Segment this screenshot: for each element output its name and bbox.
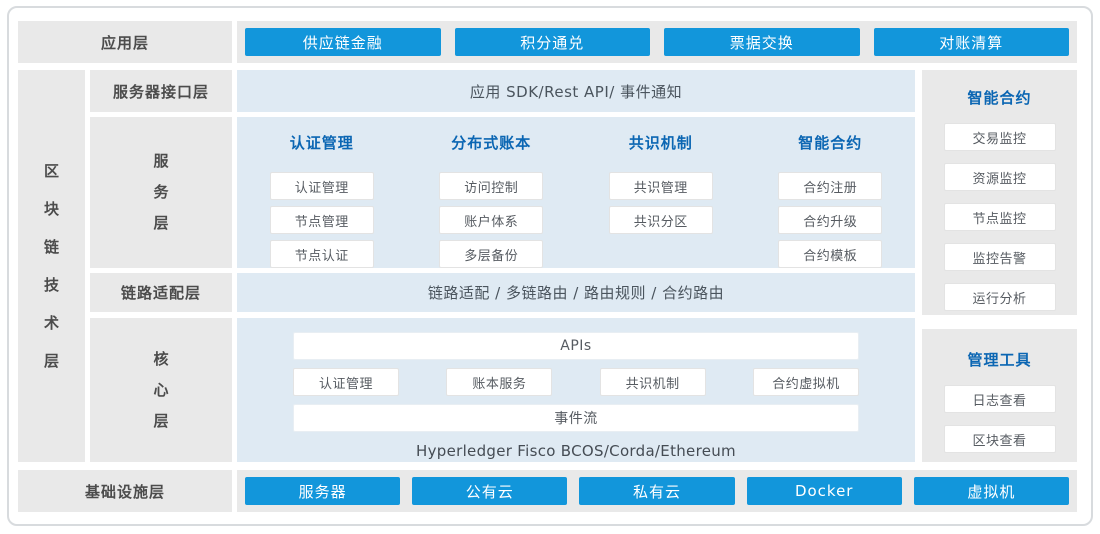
app-item: 积分通兑	[455, 28, 651, 56]
service-layer-panel: 认证管理 认证管理 节点管理 节点认证 分布式账本 访问控制 账户体系 多层备份…	[237, 117, 915, 268]
service-item: 节点管理	[270, 206, 374, 234]
infra-item: 公有云	[412, 477, 567, 505]
service-item: 访问控制	[439, 172, 543, 200]
service-column-header: 智能合约	[798, 132, 862, 153]
monitor-item: 资源监控	[944, 163, 1056, 191]
app-item: 对账清算	[874, 28, 1070, 56]
app-item: 供应链金融	[245, 28, 441, 56]
interface-layer-content: 应用 SDK/Rest API/ 事件通知	[237, 70, 915, 112]
infra-item: 服务器	[245, 477, 400, 505]
service-column: 分布式账本 访问控制 账户体系 多层备份	[407, 132, 577, 268]
tools-panel-header: 管理工具	[967, 349, 1031, 370]
service-layer-label: 服务层	[153, 146, 169, 239]
service-column: 认证管理 认证管理 节点管理 节点认证	[237, 132, 407, 268]
service-item: 认证管理	[270, 172, 374, 200]
monitor-panel: 智能合约 交易监控 资源监控 节点监控 监控告警 运行分析	[922, 70, 1077, 315]
tool-item: 日志查看	[944, 385, 1056, 413]
app-layer-strip: 供应链金融 积分通兑 票据交换 对账清算	[237, 21, 1077, 63]
monitor-item: 交易监控	[944, 123, 1056, 151]
monitor-item: 监控告警	[944, 243, 1056, 271]
service-column-header: 认证管理	[290, 132, 354, 153]
monitor-panel-header: 智能合约	[967, 87, 1031, 108]
infra-layer-strip: 服务器 公有云 私有云 Docker 虚拟机	[237, 470, 1077, 512]
service-item: 共识分区	[609, 206, 713, 234]
infra-item: Docker	[747, 477, 902, 505]
platforms-text: Hyperledger Fisco BCOS/Corda/Ethereum	[293, 442, 859, 460]
service-item: 合约模板	[778, 240, 882, 268]
core-module: 认证管理	[293, 368, 399, 396]
core-module: 共识机制	[600, 368, 706, 396]
tech-layer-label: 区块链技术层	[44, 152, 60, 380]
core-module: 账本服务	[446, 368, 552, 396]
service-item: 节点认证	[270, 240, 374, 268]
service-item: 共识管理	[609, 172, 713, 200]
link-layer-label: 链路适配层	[90, 273, 232, 312]
apis-bar: APIs	[293, 332, 859, 360]
app-item: 票据交换	[664, 28, 860, 56]
core-module: 合约虚拟机	[753, 368, 859, 396]
monitor-item: 运行分析	[944, 283, 1056, 311]
service-item: 多层备份	[439, 240, 543, 268]
app-layer-label: 应用层	[18, 21, 232, 63]
service-layer-label-box: 服务层	[90, 117, 232, 268]
service-column-header: 共识机制	[629, 132, 693, 153]
infra-item: 虚拟机	[914, 477, 1069, 505]
core-layer-label: 核心层	[153, 344, 169, 437]
core-modules-row: 认证管理 账本服务 共识机制 合约虚拟机	[293, 368, 859, 396]
infra-item: 私有云	[579, 477, 734, 505]
service-column-header: 分布式账本	[451, 132, 531, 153]
service-item: 账户体系	[439, 206, 543, 234]
service-column: 共识机制 共识管理 共识分区	[576, 132, 746, 268]
tool-item: 区块查看	[944, 425, 1056, 453]
infra-layer-label: 基础设施层	[18, 470, 232, 512]
monitor-item: 节点监控	[944, 203, 1056, 231]
service-item: 合约升级	[778, 206, 882, 234]
interface-layer-label: 服务器接口层	[90, 70, 232, 112]
core-layer-label-box: 核心层	[90, 318, 232, 462]
tools-panel: 管理工具 日志查看 区块查看	[922, 329, 1077, 462]
tech-layer-strip: 区块链技术层	[18, 70, 85, 462]
core-layer-panel: APIs 认证管理 账本服务 共识机制 合约虚拟机 事件流 Hyperledge…	[237, 318, 915, 462]
service-item: 合约注册	[778, 172, 882, 200]
link-layer-content: 链路适配 / 多链路由 / 路由规则 / 合约路由	[237, 273, 915, 312]
service-column: 智能合约 合约注册 合约升级 合约模板	[746, 132, 916, 268]
event-stream-bar: 事件流	[293, 404, 859, 432]
